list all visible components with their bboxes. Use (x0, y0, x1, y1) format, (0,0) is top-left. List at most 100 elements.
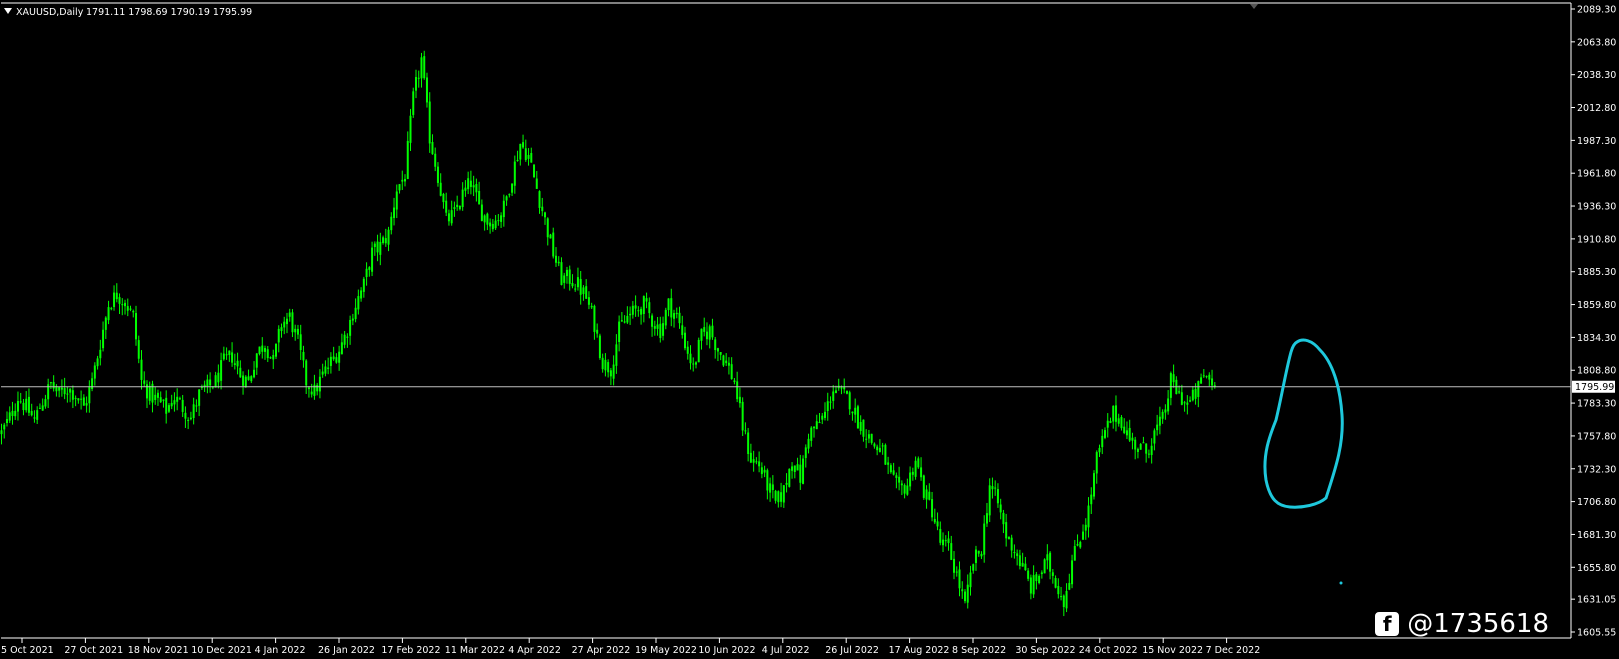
candle-body (640, 308, 643, 315)
time-tick-label: 24 Oct 2022 (1079, 645, 1138, 656)
candle-body (1128, 427, 1131, 441)
candle-body (659, 323, 662, 338)
candle-body (991, 486, 994, 490)
candle-body (1172, 374, 1175, 383)
candle-body (527, 154, 530, 159)
time-tick-label: 4 Jan 2022 (255, 645, 306, 656)
candle-body (774, 490, 777, 501)
candle-body (489, 222, 492, 227)
candle-body (132, 310, 135, 313)
candle-body (714, 339, 717, 351)
candle-body (1194, 388, 1197, 399)
candle-body (675, 312, 678, 315)
candle-body (11, 410, 14, 417)
candle-body (920, 467, 923, 478)
candle-body (189, 417, 192, 420)
candle-body (1145, 443, 1148, 454)
candle-body (228, 350, 231, 355)
candle-body (165, 397, 168, 414)
candle-body (1079, 542, 1082, 548)
candle-body (950, 543, 953, 560)
candle-body (365, 268, 368, 278)
candle-body (1021, 562, 1024, 567)
candle-body (870, 433, 873, 443)
time-tick-label: 4 Jul 2022 (762, 645, 810, 656)
candle-body (865, 438, 868, 440)
candle-body (618, 321, 621, 343)
candle-body (467, 178, 470, 190)
candle-body (354, 307, 357, 320)
candle-body (475, 184, 478, 193)
candle-body (810, 427, 813, 441)
candle-body (431, 141, 434, 155)
candle-body (8, 412, 11, 421)
candle-body (491, 223, 494, 230)
candle-body (390, 216, 393, 231)
price-tick-label: 1834.30 (1577, 333, 1616, 344)
candle-body (587, 297, 590, 305)
candle-body (63, 388, 66, 395)
candle-body (283, 321, 286, 328)
candle-body (824, 411, 826, 418)
candle-body (1189, 400, 1192, 402)
candle-body (560, 262, 563, 285)
candle-body (472, 185, 475, 188)
candle-body (980, 553, 983, 557)
candle-body (851, 411, 854, 414)
candle-body (44, 399, 47, 407)
candle-body (749, 452, 752, 463)
candle-body (420, 57, 423, 79)
candle-body (1093, 473, 1096, 497)
candle-body (371, 247, 374, 272)
time-tick-label: 17 Feb 2022 (381, 645, 440, 656)
price-chart[interactable]: 2089.30 2063.80 2038.30 2012.80 1987.30 1961.… (0, 0, 1619, 659)
candle-body (900, 483, 903, 486)
candle-body (961, 589, 964, 592)
candle-body (447, 213, 450, 222)
candle-body (236, 360, 239, 367)
price-tick-label: 1859.80 (1577, 300, 1616, 311)
candle-body (947, 538, 950, 544)
candle-body (1087, 505, 1090, 528)
candle-body (294, 328, 297, 333)
candle-body (906, 485, 909, 495)
candle-body (461, 189, 464, 208)
candle-body (176, 396, 179, 402)
candle-body (247, 376, 250, 380)
candle-body (181, 399, 184, 412)
watermark: f @1735618 (1375, 609, 1549, 639)
candle-body (91, 378, 94, 389)
candle-body (16, 401, 19, 412)
candle-body (436, 166, 439, 183)
candle-body (727, 362, 730, 366)
candle-body (340, 342, 343, 355)
candle-body (744, 430, 747, 432)
candle-body (736, 381, 739, 400)
candle-body (376, 241, 379, 253)
candle-body (1117, 418, 1120, 424)
candle-body (1202, 375, 1205, 377)
candle-body (453, 207, 456, 209)
candle-body (214, 375, 217, 388)
candle-body (574, 288, 577, 290)
candle-body (192, 404, 195, 418)
candle-body (983, 523, 986, 555)
candle-body (711, 325, 714, 338)
candle-body (1164, 409, 1167, 413)
candle-body (250, 376, 253, 382)
candle-body (425, 77, 428, 103)
candle-body (939, 528, 942, 543)
price-tick-label: 1808.80 (1577, 366, 1616, 377)
candle-body (458, 205, 461, 210)
candle-body (1156, 424, 1159, 431)
candle-body (154, 394, 157, 400)
candle-body (1197, 381, 1200, 397)
candle-body (705, 331, 708, 340)
candle-body (1076, 544, 1079, 546)
candle-body (291, 312, 294, 333)
candle-body (469, 180, 472, 187)
candle-body (598, 335, 601, 359)
candle-body (546, 218, 549, 238)
candle-body (148, 385, 151, 401)
candle-body (409, 115, 412, 143)
